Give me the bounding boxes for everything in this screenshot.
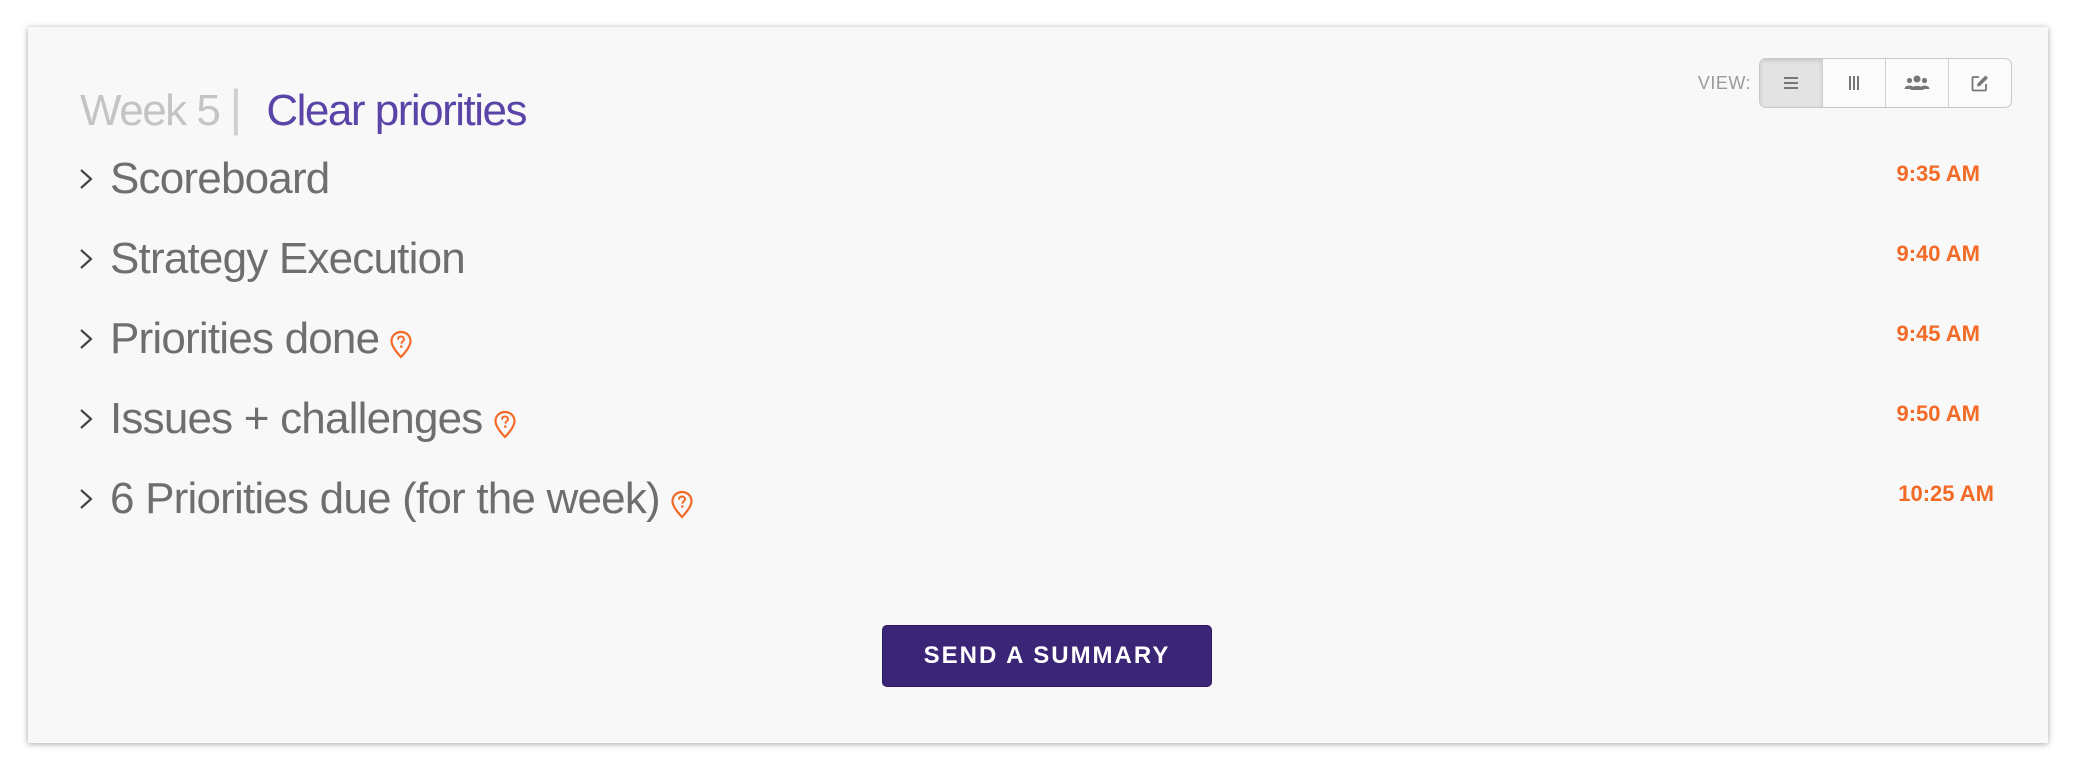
view-list-button[interactable] [1760,59,1823,107]
chevron-right-icon [78,159,100,199]
help-marker-icon[interactable] [493,410,517,440]
agenda-item-label: Issues + challenges [110,394,483,443]
users-icon [1904,75,1930,90]
help-marker-icon[interactable] [389,330,413,360]
chevron-right-icon [78,479,100,519]
edit-icon [1971,75,1988,92]
agenda-item-priorities-due[interactable]: 6 Priorities due (for the week) 10:25 AM [78,459,2018,539]
agenda-item-time: 9:35 AM [1896,161,1980,186]
view-label: VIEW: [1697,72,1751,93]
agenda-list: Scoreboard 9:35 AM Strategy Execution 9:… [78,139,2018,539]
week-label: Week 5 [80,86,221,135]
page-title: Clear priorities [266,86,527,135]
agenda-item-time: 9:45 AM [1896,321,1980,346]
agenda-item-time: 9:40 AM [1896,241,1980,266]
columns-icon [1849,76,1859,90]
agenda-item-label: 6 Priorities due (for the week) [110,474,661,523]
agenda-item-label: Scoreboard [110,154,330,203]
chevron-right-icon [78,319,100,359]
list-icon [1784,77,1798,89]
agenda-item-priorities-done[interactable]: Priorities done 9:45 AM [78,299,2018,379]
meeting-panel: Week 5 | Clear priorities VIEW: Scoreboa… [28,27,2048,743]
chevron-right-icon [78,239,100,279]
agenda-item-strategy-execution[interactable]: Strategy Execution 9:40 AM [78,219,2018,299]
agenda-item-label: Priorities done [110,314,380,363]
help-marker-icon[interactable] [670,490,694,520]
chevron-right-icon [78,399,100,439]
view-button-group [1759,58,2012,108]
agenda-item-time: 10:25 AM [1898,481,1994,506]
view-columns-button[interactable] [1823,59,1886,107]
agenda-item-scoreboard[interactable]: Scoreboard 9:35 AM [78,139,2018,219]
agenda-item-issues-challenges[interactable]: Issues + challenges 9:50 AM [78,379,2018,459]
header-separator: | [229,80,243,136]
agenda-item-time: 9:50 AM [1896,401,1980,426]
agenda-item-label: Strategy Execution [110,234,466,283]
view-team-button[interactable] [1886,59,1949,107]
view-switcher: VIEW: [1698,58,2012,108]
page-header: Week 5 | Clear priorities [80,79,528,137]
send-summary-button[interactable]: SEND A SUMMARY [882,625,1212,687]
view-edit-button[interactable] [1949,59,2011,107]
